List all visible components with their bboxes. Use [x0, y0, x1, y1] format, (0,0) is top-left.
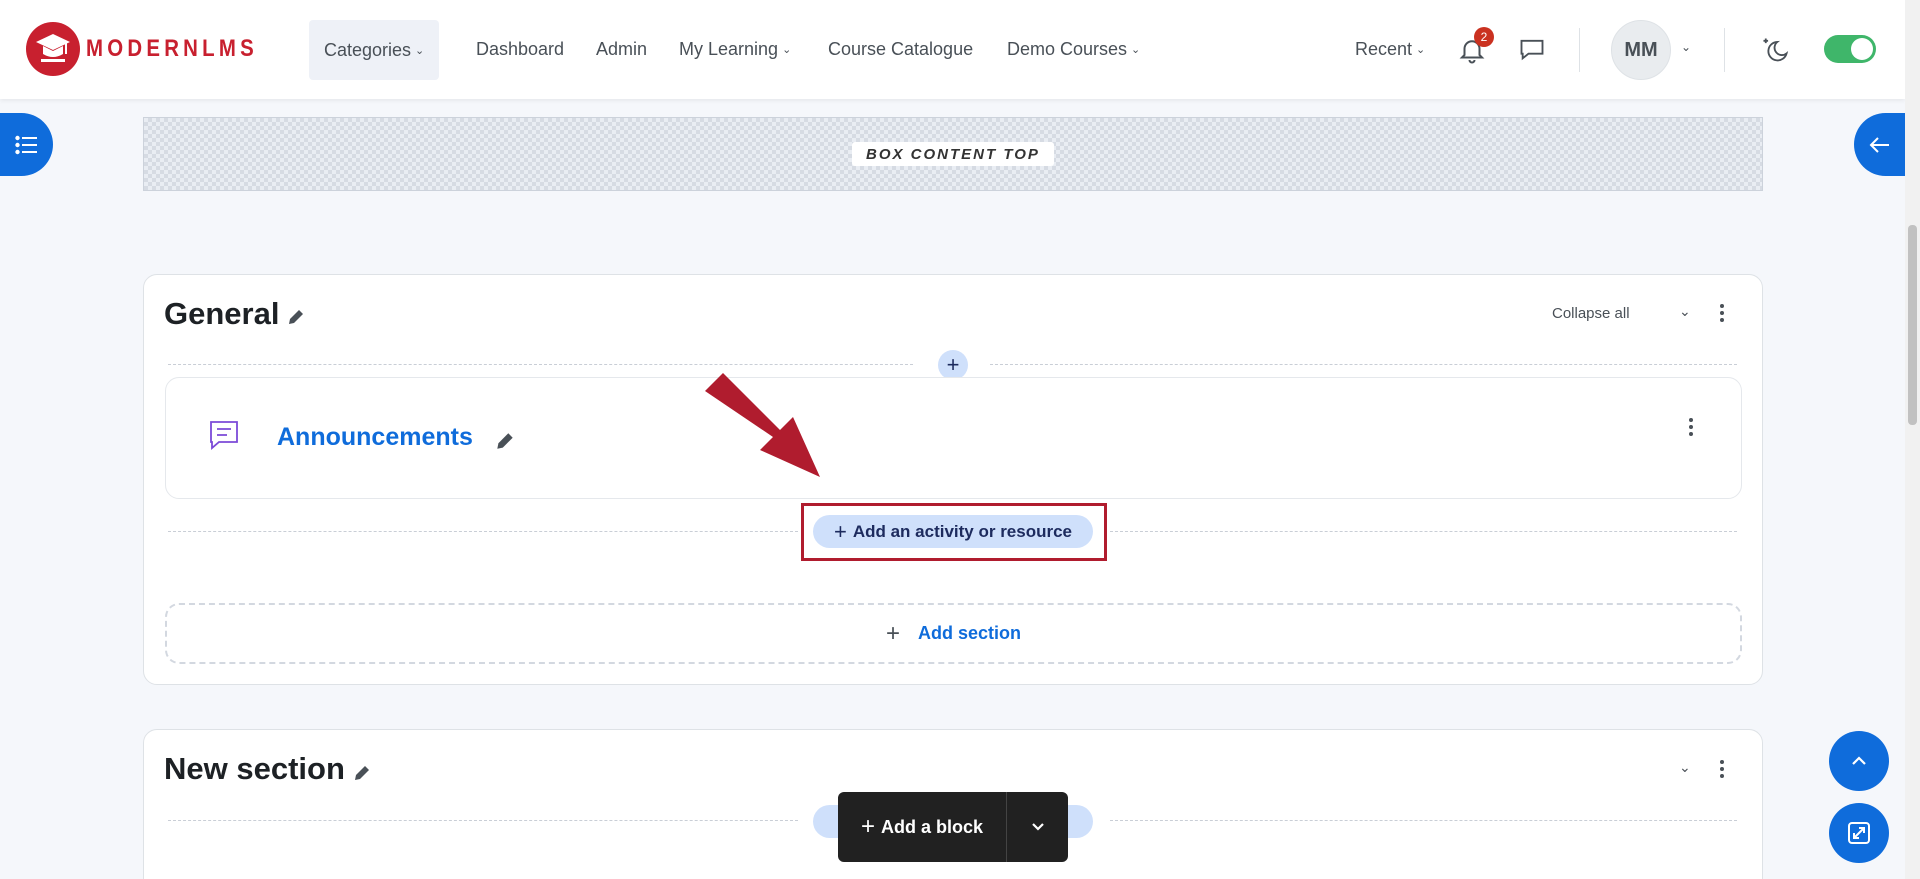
- scrollbar-thumb[interactable]: [1908, 225, 1917, 425]
- add-block-label: Add a block: [881, 816, 984, 837]
- add-section-label: Add section: [918, 623, 1022, 643]
- collapse-all-link[interactable]: Collapse all: [1552, 305, 1630, 322]
- site-logo[interactable]: MODERNLMS: [26, 22, 288, 76]
- add-section-plus-button[interactable]: +: [938, 350, 968, 380]
- chevron-down-icon[interactable]: ⌄: [1679, 759, 1691, 776]
- plus-icon: +: [885, 619, 900, 647]
- nav-recent[interactable]: Recent ⌄: [1355, 0, 1425, 99]
- divider: [168, 531, 798, 532]
- back-to-top-button[interactable]: [1829, 731, 1889, 791]
- theme-toggle[interactable]: [1824, 35, 1876, 63]
- annotation-arrow: [705, 373, 820, 477]
- add-block-dropdown[interactable]: [1007, 822, 1068, 832]
- nav-categories-label: Categories: [324, 39, 412, 60]
- course-index-button[interactable]: [0, 113, 53, 176]
- user-avatar[interactable]: MM: [1611, 20, 1671, 80]
- add-activity-label: Add an activity or resource: [852, 521, 1073, 541]
- add-activity-button[interactable]: + Add an activity or resource: [813, 515, 1093, 548]
- section-title: General: [164, 296, 280, 331]
- section-title: New section: [164, 751, 345, 786]
- fullscreen-icon: [1848, 822, 1870, 844]
- nav-recent-label: Recent: [1355, 39, 1413, 59]
- divider: [1110, 820, 1737, 821]
- nav-dashboard-label: Dashboard: [476, 39, 565, 59]
- divider: [990, 364, 1737, 365]
- plus-icon: +: [860, 813, 875, 840]
- logo-emblem: [26, 22, 80, 76]
- add-section-button[interactable]: + Add section: [165, 603, 1742, 664]
- chevron-down-icon: ⌄: [782, 44, 792, 56]
- nav-admin[interactable]: Admin: [596, 0, 647, 99]
- chevron-down-icon[interactable]: ⌄: [1679, 303, 1691, 320]
- notification-badge: 2: [1474, 27, 1494, 47]
- kebab-icon[interactable]: [1719, 760, 1725, 781]
- divider: [168, 820, 798, 821]
- plus-icon: +: [833, 518, 847, 544]
- add-block-button-group: + Add a block: [838, 792, 1068, 862]
- moon-icon[interactable]: [1760, 36, 1790, 64]
- add-block-button[interactable]: + Add a block: [838, 813, 1006, 841]
- nav-my-learning[interactable]: My Learning ⌄: [679, 0, 791, 99]
- chevron-up-icon: [1852, 756, 1866, 765]
- scrollbar[interactable]: [1905, 0, 1920, 879]
- chevron-down-icon: ⌄: [1131, 44, 1141, 56]
- chat-icon[interactable]: [1518, 35, 1546, 63]
- chevron-down-icon: ⌄: [1416, 44, 1426, 56]
- nav-my-learning-label: My Learning: [679, 39, 779, 59]
- divider: [168, 364, 913, 365]
- nav-course-catalogue-label: Course Catalogue: [828, 39, 974, 59]
- nav-categories[interactable]: Categories ⌄: [309, 20, 440, 80]
- nav-admin-label: Admin: [596, 39, 648, 59]
- nav-dashboard[interactable]: Dashboard: [476, 0, 564, 99]
- pencil-icon[interactable]: [494, 430, 516, 452]
- nav-demo-courses[interactable]: Demo Courses ⌄: [1007, 0, 1140, 99]
- fullscreen-button[interactable]: [1829, 803, 1889, 863]
- chevron-down-icon[interactable]: ⌄: [1681, 40, 1691, 54]
- activity-link-announcements[interactable]: Announcements: [277, 423, 473, 452]
- divider: [1579, 28, 1580, 72]
- menu-icon: [14, 135, 37, 154]
- kebab-icon[interactable]: [1719, 304, 1725, 325]
- divider: [1110, 531, 1737, 532]
- chevron-down-icon: ⌄: [415, 44, 425, 57]
- chevron-down-icon: [1031, 823, 1044, 831]
- pencil-icon[interactable]: [286, 307, 306, 327]
- nav-demo-courses-label: Demo Courses: [1007, 39, 1128, 59]
- divider: [1724, 28, 1725, 72]
- kebab-icon[interactable]: [1688, 418, 1694, 439]
- box-content-top-label: BOX CONTENT TOP: [852, 142, 1054, 166]
- top-navbar: MODERNLMS Categories ⌄ Dashboard Admin M…: [0, 0, 1905, 99]
- forum-icon: [210, 421, 238, 450]
- nav-course-catalogue[interactable]: Course Catalogue: [828, 0, 973, 99]
- logo-text: MODERNLMS: [86, 35, 258, 62]
- arrow-left-icon: [1869, 136, 1889, 153]
- pencil-icon[interactable]: [352, 763, 372, 783]
- block-drawer-button[interactable]: [1854, 113, 1905, 176]
